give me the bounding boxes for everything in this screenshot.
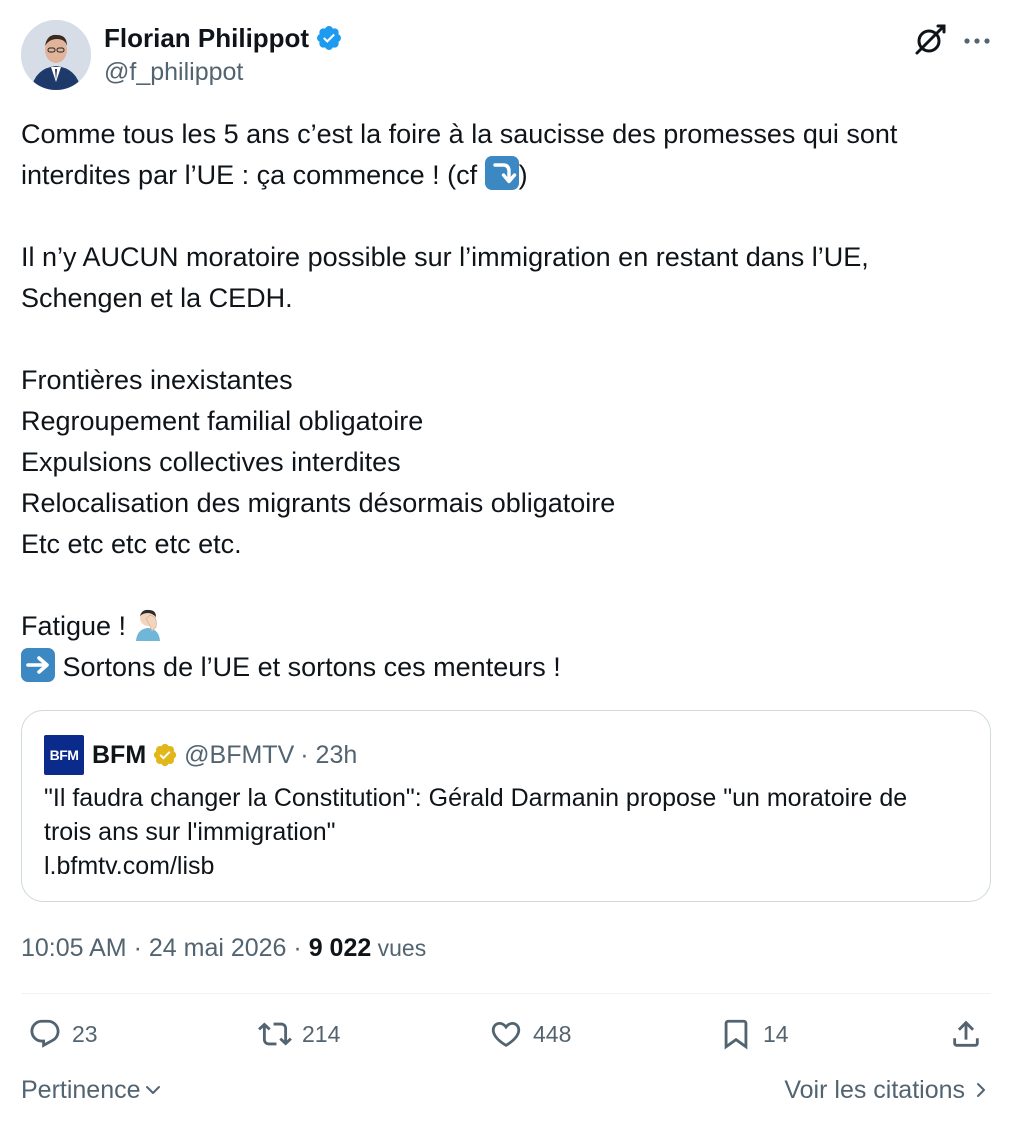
bookmark-button[interactable]: 14 <box>719 1014 789 1054</box>
heart-icon <box>491 1021 521 1047</box>
views-label: vues <box>371 935 427 961</box>
bfm-logo[interactable]: BFM <box>44 735 84 775</box>
tweet: Florian Philippot @f_philippot Comme tou… <box>0 0 1013 1124</box>
arrow-right-icon <box>21 648 55 682</box>
author-handle[interactable]: @f_philippot <box>104 56 243 88</box>
facepalm-emoji-icon <box>135 609 160 641</box>
tweet-line: Relocalisation des migrants désormais ob… <box>21 488 616 518</box>
quoted-text-line: "Il faudra changer la Constitution": Gér… <box>44 784 908 812</box>
avatar[interactable] <box>21 20 91 90</box>
tweet-paragraph: Frontières inexistantes Regroupement fam… <box>21 360 993 565</box>
reply-icon <box>30 1019 60 1048</box>
tweet-paragraph: Fatigue ! Sortons de l’UE et sortons ces… <box>21 606 993 688</box>
tweet-line: Regroupement familial obligatoire <box>21 406 424 436</box>
tweet-line-text: Fatigue ! <box>21 611 134 641</box>
views-count: 9 022 <box>308 934 372 962</box>
arrow-curving-down-icon <box>484 156 519 190</box>
reply-button[interactable]: 23 <box>28 1014 98 1054</box>
quoted-author-name[interactable]: BFM <box>92 740 146 770</box>
quoted-link[interactable]: l.bfmtv.com/lisb <box>44 849 974 883</box>
verified-badge-icon <box>317 26 342 50</box>
tweet-line: Comme tous les 5 ans c’est la foire à la… <box>21 119 898 149</box>
tweet-line: Sortons de l’UE et sortons ces menteurs … <box>21 647 993 688</box>
divider <box>21 993 991 994</box>
tweet-time[interactable]: 10:05 AM <box>21 934 127 962</box>
tweet-line: Frontières inexistantes <box>21 365 293 395</box>
tweet-line-text: interdites par l’UE : ça commence ! (cf <box>21 160 485 190</box>
tweet-line: Schengen et la CEDH. <box>21 283 293 313</box>
avatar-image <box>21 20 91 90</box>
tweet-line: Etc etc etc etc etc. <box>21 529 242 559</box>
sort-label: Pertinence <box>21 1076 141 1104</box>
tweet-paragraph: Comme tous les 5 ans c’est la foire à la… <box>21 114 993 196</box>
quoted-author-handle[interactable]: @BFMTV <box>184 740 294 770</box>
repost-icon <box>258 1022 292 1046</box>
tweet-line: Il n’y AUCUN moratoire possible sur l’im… <box>21 242 869 272</box>
gold-verified-badge-icon <box>154 743 177 767</box>
tweet-text: Comme tous les 5 ans c’est la foire à la… <box>21 114 993 688</box>
tweet-line: Fatigue ! <box>21 606 993 647</box>
quoted-tweet-text: "Il faudra changer la Constitution": Gér… <box>44 781 974 883</box>
bookmark-icon <box>724 1019 748 1050</box>
share-button[interactable] <box>949 1014 983 1054</box>
meta-separator: · <box>286 934 309 962</box>
repost-count: 214 <box>302 1020 341 1047</box>
chevron-right-icon <box>977 1083 985 1097</box>
author-display-name[interactable]: Florian Philippot <box>104 22 309 54</box>
chevron-down-icon <box>145 1086 160 1094</box>
like-button[interactable]: 448 <box>489 1014 571 1054</box>
reply-count: 23 <box>72 1020 98 1047</box>
tweet-meta: 10:05 AM · 24 mai 2026 · 9 022 vues <box>21 931 426 965</box>
sort-dropdown[interactable]: Pertinence <box>21 1074 163 1106</box>
view-quotes-label: Voir les citations <box>784 1076 965 1104</box>
tweet-line: Expulsions collectives interdites <box>21 447 401 477</box>
tweet-date[interactable]: 24 mai 2026 <box>149 934 287 962</box>
quoted-tweet-time[interactable]: · 23h <box>300 740 357 770</box>
tweet-line-text: Sortons de l’UE et sortons ces menteurs … <box>55 652 561 682</box>
more-icon[interactable] <box>960 24 994 58</box>
bookmark-count: 14 <box>763 1020 789 1047</box>
author-name-row[interactable]: Florian Philippot <box>104 22 343 54</box>
meta-separator: · <box>126 934 149 962</box>
repost-button[interactable]: 214 <box>258 1014 340 1054</box>
grok-icon[interactable] <box>912 22 948 58</box>
view-quotes-link[interactable]: Voir les citations <box>784 1074 991 1106</box>
quoted-text-line: trois ans sur l'immigration" <box>44 818 336 846</box>
like-count: 448 <box>533 1020 572 1047</box>
quoted-tweet-card[interactable]: BFM BFM @BFMTV · 23h "Il faudra changer … <box>21 710 991 902</box>
tweet-paragraph: Il n’y AUCUN moratoire possible sur l’im… <box>21 237 993 319</box>
tweet-line-text: ) <box>518 160 528 190</box>
quoted-tweet-header: BFM BFM @BFMTV · 23h <box>44 735 357 775</box>
tweet-line: interdites par l’UE : ça commence ! (cf … <box>21 155 993 196</box>
share-icon <box>953 1020 979 1047</box>
